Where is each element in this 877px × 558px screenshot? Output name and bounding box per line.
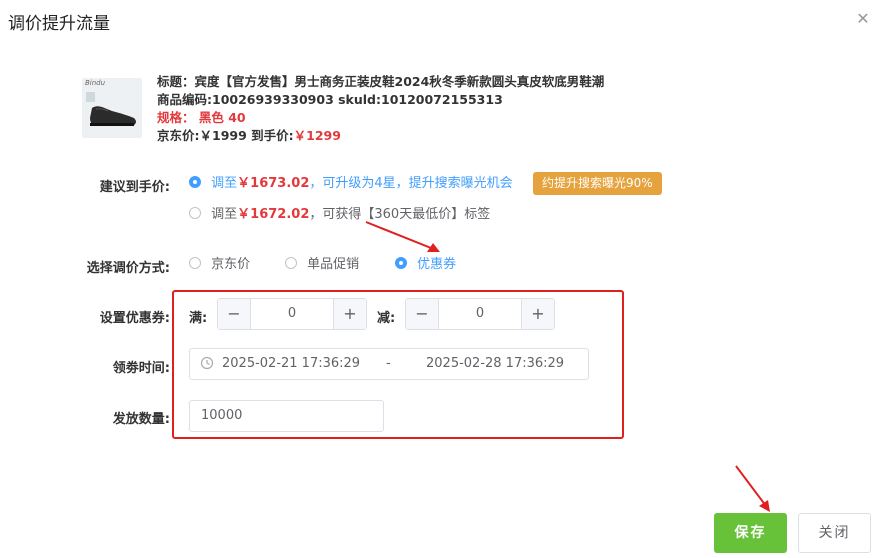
annotation-arrow-2: [735, 465, 770, 512]
method-option-jd[interactable]: 京东价: [189, 257, 250, 272]
suggest-option-1[interactable]: 调至￥1673.02，可升级为4星，提升搜索曝光机会: [189, 176, 513, 191]
full-label: 满:: [189, 311, 208, 326]
minus-label: 减:: [377, 311, 396, 326]
full-stepper[interactable]: − 0 +: [217, 298, 367, 330]
product-info: 标题：宾度【官方发售】男士商务正装皮鞋2024秋冬季新款圆头真皮软底男鞋潮 商品…: [157, 73, 604, 145]
method-single-label: 单品促销: [307, 257, 360, 272]
date-separator: -: [386, 356, 391, 371]
opt1-suffix: ，可升级为4星，提升搜索曝光机会: [309, 176, 513, 191]
minus-plus-button[interactable]: +: [521, 299, 554, 329]
dialog-title: 调价提升流量: [8, 14, 110, 34]
method-option-coupon[interactable]: 优惠券: [395, 257, 456, 272]
opt2-price: ￥1672.02: [237, 207, 310, 222]
coupon-label: 设置优惠券:: [99, 311, 170, 326]
quantity-label: 发放数量:: [112, 412, 170, 427]
shoe-image: [82, 78, 142, 138]
thumb-brand: Bindu: [85, 79, 106, 87]
end-date[interactable]: 2025-02-28 17:36:29: [426, 356, 564, 371]
close-button[interactable]: 关闭: [798, 513, 871, 553]
method-option-single[interactable]: 单品促销: [285, 257, 359, 272]
exposure-badge: 约提升搜索曝光90%: [533, 172, 662, 195]
time-label: 领劵时间:: [112, 361, 170, 376]
date-range-picker[interactable]: 2025-02-21 17:36:29 - 2025-02-28 17:36:2…: [189, 348, 589, 380]
close-icon[interactable]: ✕: [853, 9, 873, 29]
quantity-input[interactable]: 10000: [189, 400, 384, 432]
spec-value: 黑色 40: [198, 110, 246, 125]
method-coupon-label: 优惠券: [417, 257, 457, 272]
minus-minus-button[interactable]: −: [406, 299, 439, 329]
minus-value[interactable]: 0: [438, 299, 522, 329]
opt1-price: ￥1673.02: [237, 176, 310, 191]
full-minus-button[interactable]: −: [218, 299, 251, 329]
method-jd-label: 京东价: [211, 257, 251, 272]
radio-coupon[interactable]: [395, 257, 407, 269]
full-plus-button[interactable]: +: [333, 299, 366, 329]
jd-price: 京东价:￥1999 到手价:: [157, 128, 294, 143]
start-date[interactable]: 2025-02-21 17:36:29: [222, 356, 360, 371]
radio-jd-price[interactable]: [189, 257, 201, 269]
clock-icon: [200, 356, 214, 374]
opt1-prefix: 调至: [211, 176, 238, 191]
radio-suggest-1[interactable]: [189, 176, 201, 188]
opt2-prefix: 调至: [211, 207, 238, 222]
full-value[interactable]: 0: [250, 299, 334, 329]
method-label: 选择调价方式:: [86, 261, 170, 276]
final-price: ￥1299: [293, 128, 341, 143]
radio-single-promo[interactable]: [285, 257, 297, 269]
product-thumbnail: Bindu: [82, 78, 142, 138]
radio-suggest-2[interactable]: [189, 207, 201, 219]
spec-label: 规格：: [157, 110, 195, 125]
minus-stepper[interactable]: − 0 +: [405, 298, 555, 330]
save-button[interactable]: 保存: [714, 513, 787, 553]
product-title: 标题：宾度【官方发售】男士商务正装皮鞋2024秋冬季新款圆头真皮软底男鞋潮: [157, 74, 605, 89]
product-code: 商品编码:10026939330903 skuld:10120072155313: [157, 92, 503, 107]
suggest-label: 建议到手价:: [99, 180, 170, 195]
annotation-arrow-1: [365, 221, 440, 252]
product-spec: 规格： 黑色 40: [157, 109, 604, 127]
product-price: 京东价:￥1999 到手价:￥1299: [157, 127, 604, 145]
